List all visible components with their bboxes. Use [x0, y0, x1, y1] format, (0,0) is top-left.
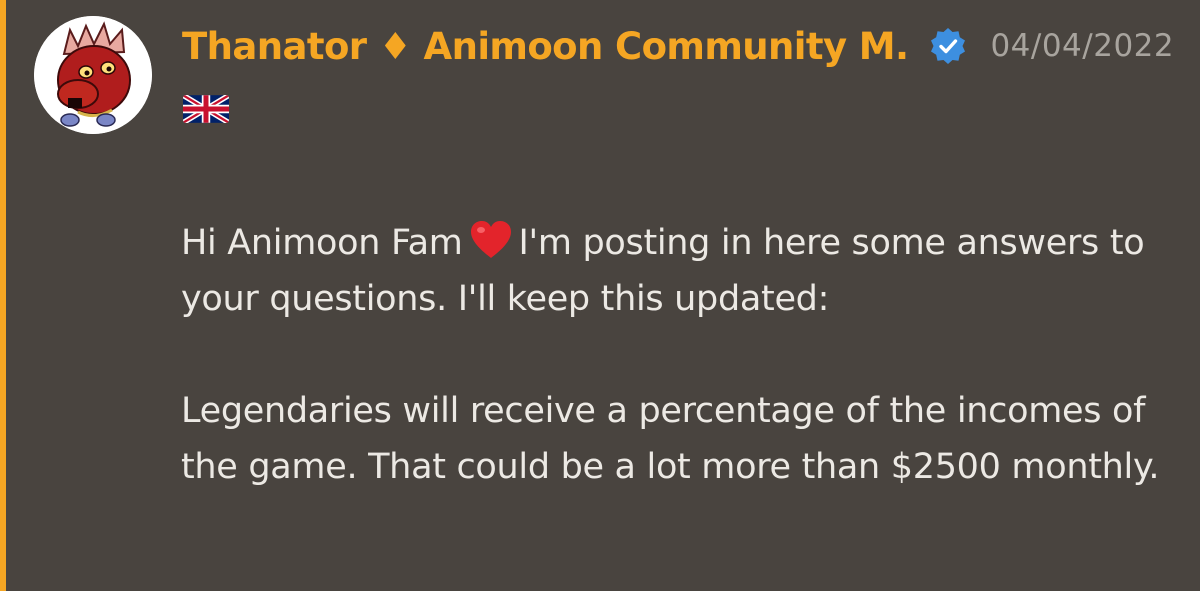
message-timestamp: 04/04/2022 [990, 28, 1175, 64]
message-paragraph-2: Legendaries will receive a percentage of… [181, 391, 1160, 487]
paragraph-1-text-start: Hi Animoon Fam [181, 223, 463, 263]
uk-flag-icon [183, 95, 229, 123]
avatar[interactable] [34, 16, 152, 134]
verified-badge-icon [928, 26, 968, 66]
message-header: Thanator ♦ Animoon Community M. 04/04/20… [182, 18, 1174, 74]
red-heart-emoji-icon [469, 220, 513, 260]
avatar-creature-image [34, 16, 152, 134]
chat-message: Thanator ♦ Animoon Community M. 04/04/20… [0, 0, 1200, 591]
accent-bar [0, 0, 6, 591]
author-name[interactable]: Thanator ♦ Animoon Community M. [182, 25, 909, 68]
message-paragraph-1: Hi Animoon Fam I'm posting in here some a… [181, 215, 1171, 327]
message-content: Hi Animoon Fam I'm posting in here some a… [181, 215, 1171, 495]
